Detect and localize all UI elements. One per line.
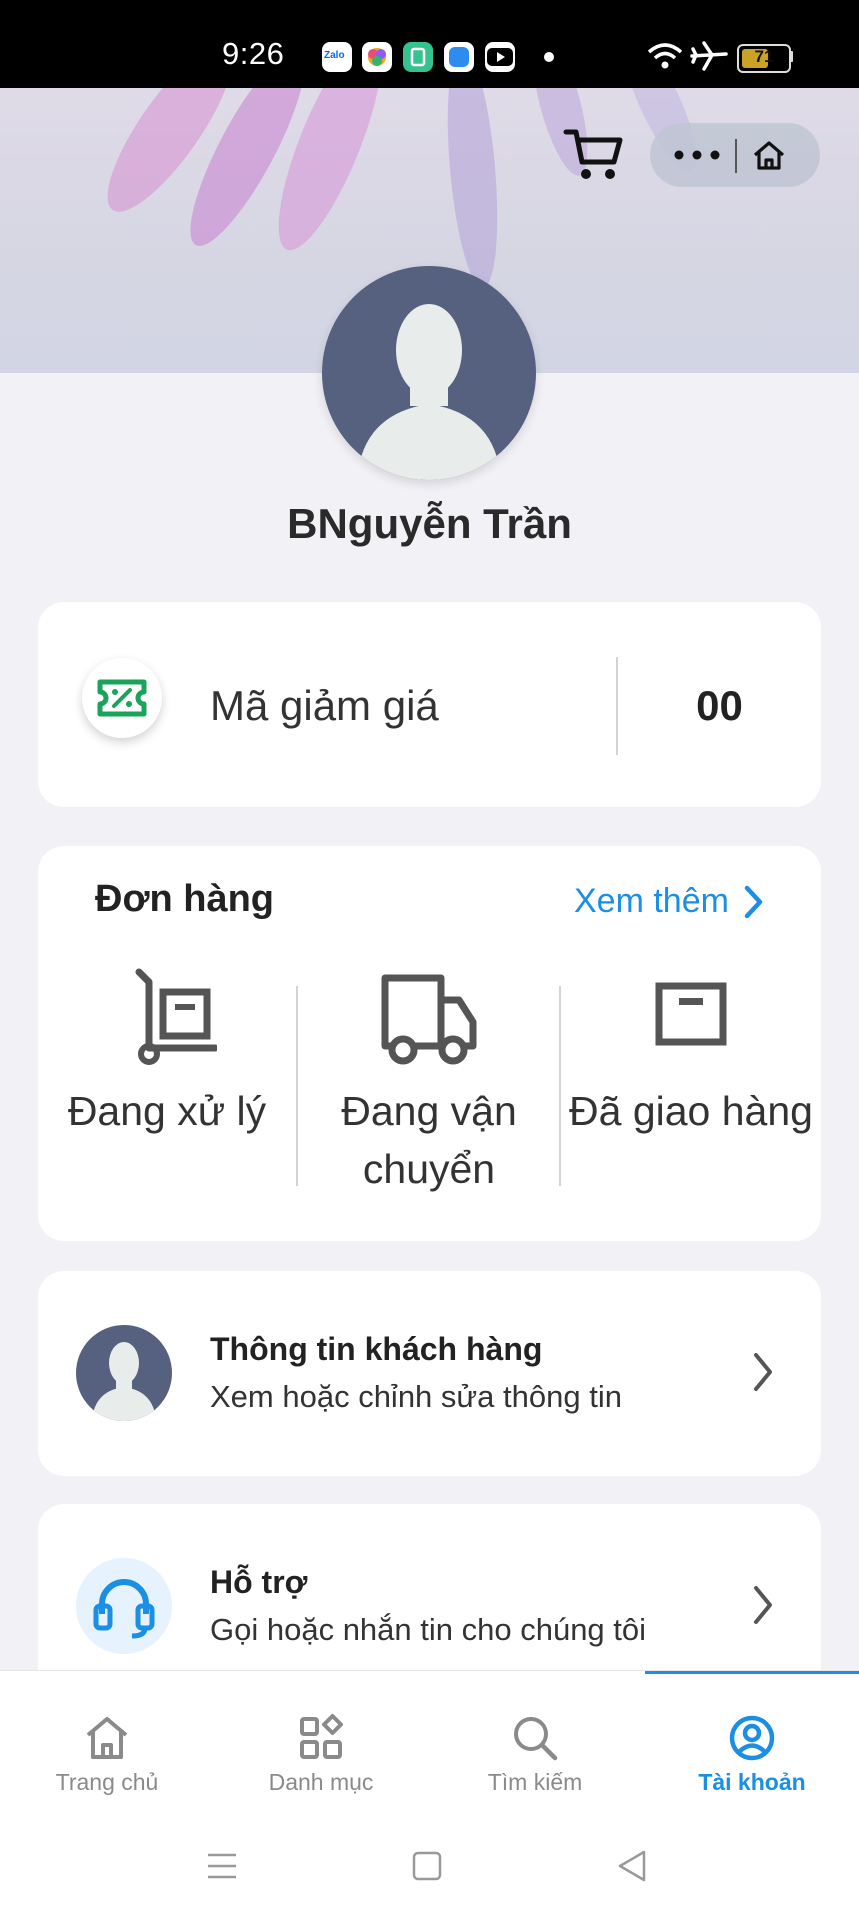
- files-icon: [444, 42, 474, 72]
- home-outline-icon[interactable]: [750, 137, 788, 173]
- menu-icon[interactable]: [206, 1851, 238, 1881]
- order-status-label: Đã giao hàng: [569, 1088, 813, 1134]
- youtube-icon: [485, 42, 515, 72]
- chevron-right-icon: [754, 1586, 772, 1624]
- divider: [559, 986, 561, 1186]
- order-status-label: Đang vận chuyển: [341, 1088, 517, 1192]
- airplane-icon: [690, 41, 728, 71]
- order-status-delivered[interactable]: Đã giao hàng: [566, 966, 816, 1206]
- orders-card: Đơn hàng Xem thêm Đang xử lý Đang vận ch…: [38, 846, 821, 1241]
- box-icon: [655, 982, 727, 1046]
- nav-label: Tìm kiếm: [487, 1769, 583, 1795]
- more-icon[interactable]: [672, 145, 722, 165]
- category-icon: [300, 1714, 343, 1759]
- photos-icon: [362, 42, 392, 72]
- status-bar: 9:26 Zalo 71: [0, 0, 859, 88]
- account-icon: [729, 1715, 775, 1761]
- cart-icon[interactable]: [562, 122, 626, 186]
- customer-info-item[interactable]: Thông tin khách hàng Xem hoặc chỉnh sửa …: [38, 1271, 821, 1476]
- nav-account[interactable]: Tài khoản: [645, 1671, 859, 1811]
- orders-title: Đơn hàng: [95, 878, 274, 920]
- nav-label: Trang chủ: [55, 1769, 159, 1795]
- coupon-count: 00: [696, 682, 743, 729]
- app-icon: [403, 42, 433, 72]
- nav-category[interactable]: Danh mục: [214, 1671, 428, 1811]
- nav-search[interactable]: Tìm kiếm: [428, 1671, 642, 1811]
- notification-dot: [544, 52, 554, 62]
- nav-label: Danh mục: [268, 1769, 374, 1795]
- battery-icon: 71: [737, 44, 791, 73]
- coupon-icon: [82, 658, 162, 738]
- search-icon: [514, 1717, 558, 1761]
- customer-info-subtitle: Xem hoặc chỉnh sửa thông tin: [210, 1379, 622, 1414]
- avatar-icon: [357, 304, 501, 480]
- zalo-icon: Zalo: [322, 42, 352, 72]
- see-more-link[interactable]: Xem thêm: [574, 882, 729, 921]
- divider: [296, 986, 298, 1186]
- customer-info-title: Thông tin khách hàng: [210, 1331, 543, 1367]
- order-status-processing[interactable]: Đang xử lý: [42, 966, 292, 1206]
- cart-dolly-icon: [135, 968, 217, 1065]
- order-status-shipping[interactable]: Đang vận chuyển: [304, 966, 554, 1206]
- home-icon: [86, 1717, 128, 1759]
- mini-app-capsule: [650, 123, 820, 187]
- status-time: 9:26: [222, 36, 285, 71]
- coupon-card[interactable]: Mã giảm giá 00: [38, 602, 821, 807]
- nav-home[interactable]: Trang chủ: [0, 1671, 214, 1811]
- nav-label: Tài khoản: [698, 1769, 806, 1795]
- user-name: BNguyễn Trần: [287, 500, 572, 547]
- order-status-label: Đang xử lý: [67, 1088, 267, 1134]
- system-nav-bar: [0, 1825, 859, 1908]
- wifi-icon: [647, 43, 683, 69]
- back-icon[interactable]: [616, 1849, 648, 1883]
- chevron-right-icon: [754, 1353, 772, 1391]
- user-avatar-icon: [76, 1325, 172, 1421]
- headset-icon: [76, 1558, 172, 1654]
- avatar[interactable]: [322, 266, 536, 480]
- delivery-truck-icon: [381, 974, 477, 1065]
- battery-level: 71: [754, 47, 774, 66]
- support-title: Hỗ trợ: [210, 1564, 308, 1600]
- chevron-right-icon[interactable]: [738, 882, 768, 922]
- home-square-icon[interactable]: [412, 1851, 442, 1881]
- coupon-label: Mã giảm giá: [210, 682, 439, 729]
- support-subtitle: Gọi hoặc nhắn tin cho chúng tôi: [210, 1612, 647, 1647]
